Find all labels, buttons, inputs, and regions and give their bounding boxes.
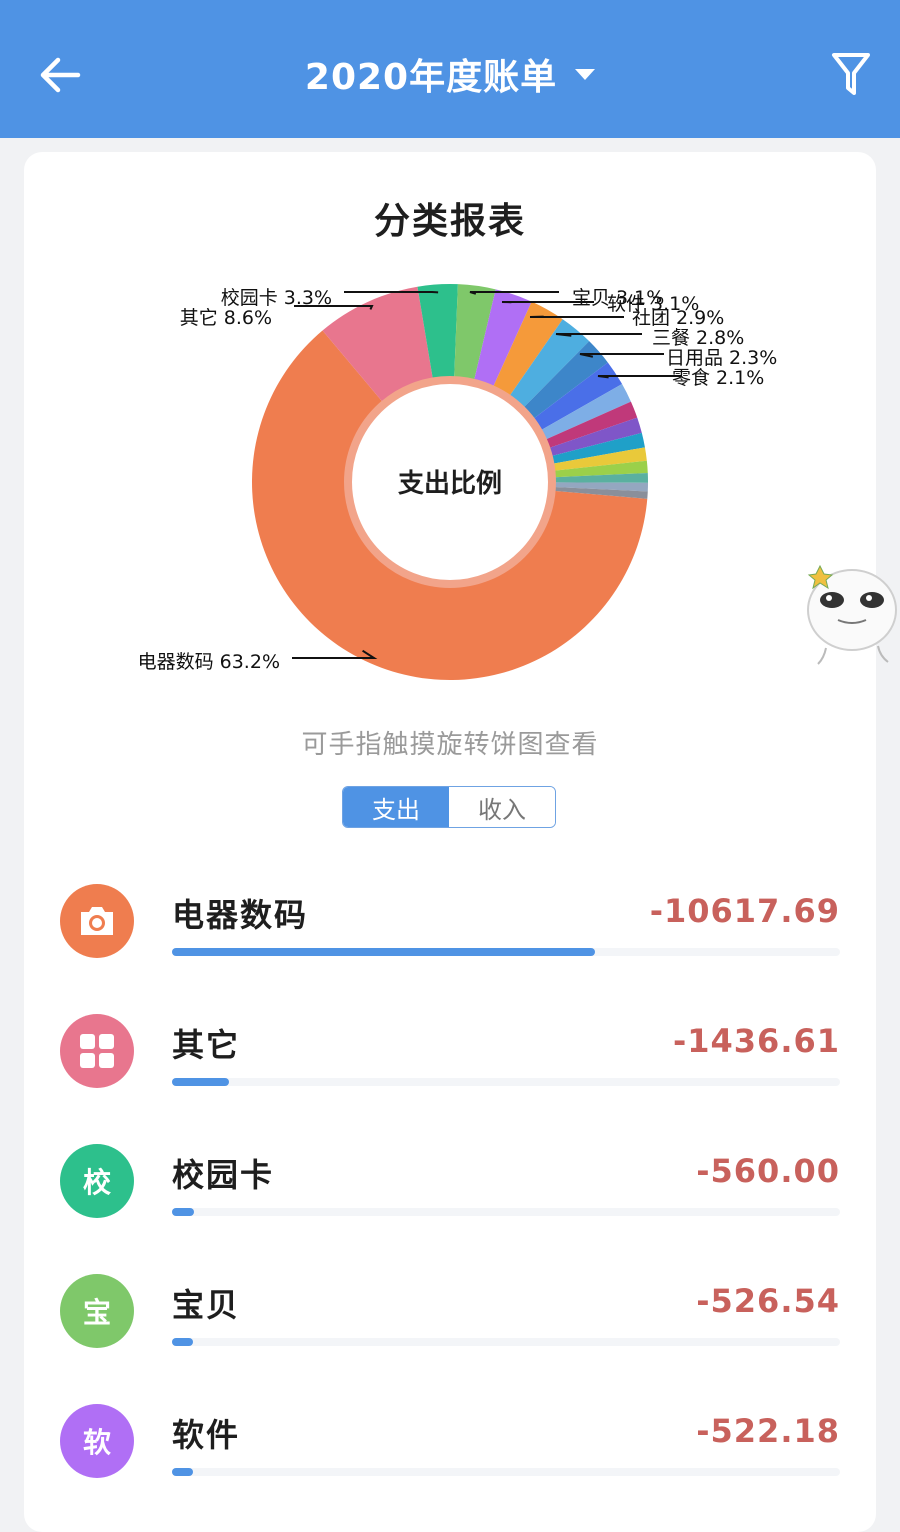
share-bar [172,1338,840,1346]
grid-icon [60,1014,134,1088]
category-row[interactable]: 电器数码 -10617.69 [24,884,876,984]
filter-button[interactable] [820,42,882,106]
slice-label: 校园卡 3.3% [221,287,332,309]
category-name: 软件 [172,1410,240,1456]
category-name: 其它 [172,1020,240,1066]
category-amount: -10617.69 [650,892,840,930]
category-name: 宝贝 [172,1280,240,1326]
expense-pie-chart[interactable]: 支出比例电器数码 63.2%其它 8.6%校园卡 3.3%宝贝 3.1%软件 3… [24,152,876,712]
share-bar-fill [172,948,595,956]
expense-income-toggle: 支出 收入 [342,786,556,828]
category-row[interactable]: 校校园卡 -560.00 [24,1144,876,1244]
share-bar [172,1208,840,1216]
chart-center-label: 支出比例 [398,469,502,499]
tab-income[interactable]: 收入 [449,787,555,827]
school-card-icon: 校 [60,1144,134,1218]
slice-label: 社团 2.9% [632,307,724,329]
year-selector[interactable]: 2020年度账单 [0,48,900,100]
slice-label: 日用品 2.3% [666,347,777,369]
slice-label: 其它 8.6% [180,307,272,329]
category-row[interactable]: 宝宝贝 -526.54 [24,1274,876,1374]
share-bar-fill [172,1468,193,1476]
category-amount: -522.18 [696,1412,840,1450]
category-row[interactable]: 软软件 -522.18 [24,1404,876,1504]
share-bar-fill [172,1208,194,1216]
category-name: 电器数码 [172,890,308,936]
slice-label: 电器数码 63.2% [138,651,280,673]
category-amount: -526.54 [696,1282,840,1320]
rotate-hint: 可手指触摸旋转饼图查看 [24,724,876,761]
filter-icon [831,51,871,97]
page-title: 2020年度账单 [305,48,557,100]
software-icon: 软 [60,1404,134,1478]
share-bar [172,948,840,956]
meme-face-sticker-icon[interactable] [798,562,900,670]
share-bar-fill [172,1078,229,1086]
caret-down-icon [575,69,595,80]
category-amount: -1436.61 [673,1022,840,1060]
category-row[interactable]: 其它 -1436.61 [24,1014,876,1114]
tab-expense[interactable]: 支出 [343,787,449,827]
top-app-bar: 2020年度账单 [0,0,900,138]
category-amount: -560.00 [696,1152,840,1190]
share-bar-fill [172,1338,193,1346]
slice-label: 三餐 2.8% [652,327,744,349]
share-bar [172,1468,840,1476]
report-card: 分类报表 支出比例电器数码 63.2%其它 8.6%校园卡 3.3%宝贝 3.1… [24,152,876,1532]
baby-icon: 宝 [60,1274,134,1348]
camera-icon [60,884,134,958]
leader-line [556,334,642,336]
slice-label: 零食 2.1% [672,367,764,389]
category-name: 校园卡 [172,1150,274,1196]
share-bar [172,1078,840,1086]
